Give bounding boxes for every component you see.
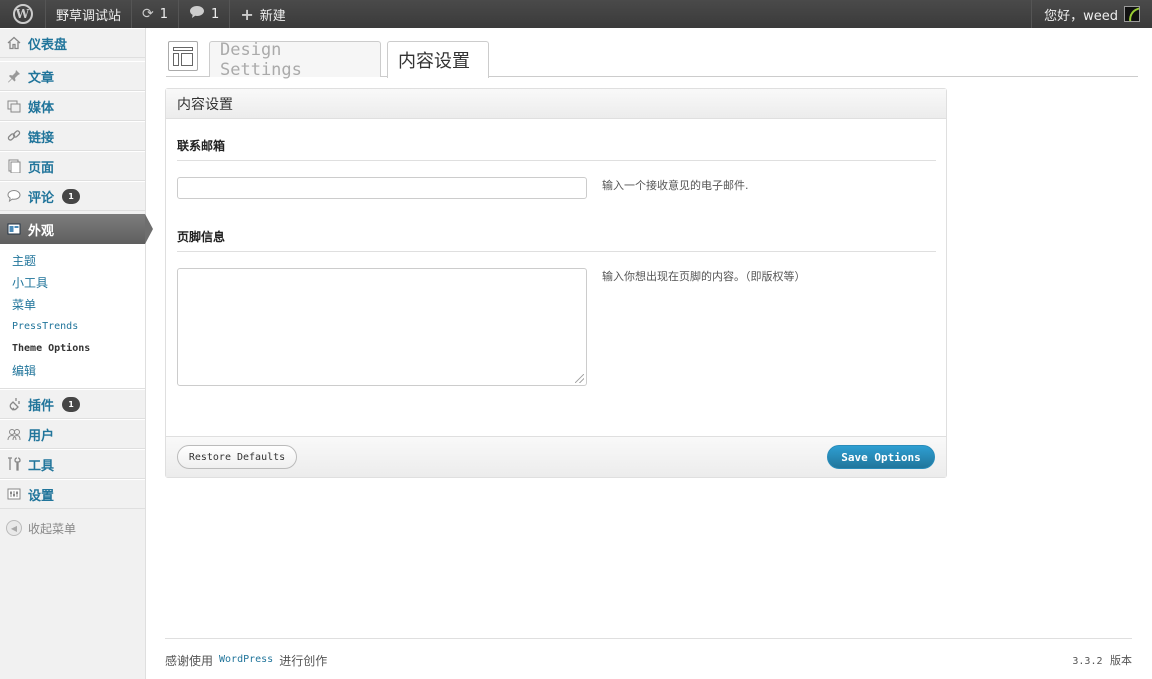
sidebar-item-appearance[interactable]: 外观 bbox=[0, 214, 153, 244]
email-section-title: 联系邮箱 bbox=[177, 139, 226, 153]
tab-content-settings[interactable]: 内容设置 bbox=[387, 41, 489, 78]
sidebar-item-label: 媒体 bbox=[28, 100, 55, 116]
appearance-icon bbox=[6, 221, 22, 237]
section-divider bbox=[177, 160, 936, 161]
sidebar-item-label: 插件 bbox=[28, 398, 55, 414]
comments-count: 1 bbox=[211, 6, 220, 22]
sidebar-item-links[interactable]: 链接 bbox=[0, 121, 145, 151]
page-footer: 感谢使用 WordPress 进行创作 3.3.2 版本 bbox=[165, 638, 1132, 669]
plugin-icon bbox=[6, 396, 22, 412]
plus-icon: + bbox=[240, 4, 254, 24]
resize-grip-icon[interactable] bbox=[575, 374, 584, 383]
restore-defaults-button[interactable]: Restore Defaults bbox=[177, 445, 297, 469]
collapse-menu-label: 收起菜单 bbox=[28, 521, 77, 536]
updates-link[interactable]: ⟳ 1 bbox=[132, 0, 180, 28]
home-icon bbox=[6, 35, 22, 51]
comment-icon bbox=[6, 188, 22, 204]
admin-sidebar: 仪表盘 文章 媒体 链接 页面 评论 1 外观 主题 小工具 菜单 PressT… bbox=[0, 28, 153, 679]
admin-bar: W 野草调试站 ⟳ 1 1 + 新建 您好，weed bbox=[0, 0, 1152, 28]
comment-bubble-icon bbox=[189, 5, 205, 23]
my-account-menu[interactable]: 您好，weed bbox=[1031, 0, 1152, 28]
sidebar-item-plugins[interactable]: 插件 1 bbox=[0, 389, 145, 419]
new-content-link[interactable]: + 新建 bbox=[230, 0, 295, 28]
version-number: 3.3.2 bbox=[1072, 656, 1103, 667]
sidebar-item-users[interactable]: 用户 bbox=[0, 419, 145, 449]
sidebar-item-label: 用户 bbox=[28, 428, 55, 444]
refresh-icon: ⟳ bbox=[142, 6, 154, 22]
submenu-item-presstrends[interactable]: PressTrends bbox=[0, 316, 145, 338]
footer-info-textarea[interactable] bbox=[177, 268, 587, 386]
tab-label: 内容设置 bbox=[398, 51, 470, 72]
sidebar-item-media[interactable]: 媒体 bbox=[0, 91, 145, 121]
sidebar-item-dashboard[interactable]: 仪表盘 bbox=[0, 28, 145, 58]
save-options-button[interactable]: Save Options bbox=[827, 445, 935, 469]
options-panel: 内容设置 联系邮箱 输入一个接收意见的电子邮件. 页脚信息 输入你想出现在页脚的… bbox=[165, 88, 947, 478]
tab-label: Design Settings bbox=[220, 39, 302, 80]
users-icon bbox=[6, 426, 22, 442]
version-label: 版本 bbox=[1110, 654, 1132, 667]
sidebar-item-posts[interactable]: 文章 bbox=[0, 61, 145, 91]
updates-count: 1 bbox=[159, 6, 169, 22]
submenu-item-theme-options[interactable]: Theme Options bbox=[0, 338, 145, 360]
footer-section-title: 页脚信息 bbox=[177, 230, 226, 244]
footer-thanks-suffix: 进行创作 bbox=[279, 654, 328, 668]
footer-description: 输入你想出现在页脚的内容。（即版权等） bbox=[602, 270, 806, 283]
tab-design-settings[interactable]: Design Settings bbox=[209, 39, 381, 80]
sidebar-item-label: 评论 bbox=[28, 190, 55, 206]
submenu-item-widgets[interactable]: 小工具 bbox=[0, 272, 145, 294]
sidebar-item-label: 外观 bbox=[28, 223, 55, 239]
comments-badge: 1 bbox=[62, 188, 81, 204]
sidebar-item-label: 仪表盘 bbox=[28, 37, 68, 53]
main-content: Design Settings 内容设置 内容设置 联系邮箱 输入一个接收意见的… bbox=[146, 28, 1152, 679]
pin-icon bbox=[6, 68, 22, 84]
new-content-label: 新建 bbox=[259, 8, 286, 24]
tab-bar: Design Settings 内容设置 bbox=[166, 39, 1138, 80]
sidebar-item-label: 文章 bbox=[28, 70, 55, 86]
collapse-arrow-icon: ◀ bbox=[6, 520, 22, 536]
avatar bbox=[1124, 6, 1140, 22]
sidebar-item-comments[interactable]: 评论 1 bbox=[0, 181, 145, 211]
theme-layout-icon bbox=[168, 41, 198, 71]
sidebar-item-tools[interactable]: 工具 bbox=[0, 449, 145, 479]
sidebar-item-pages[interactable]: 页面 bbox=[0, 151, 145, 181]
plugins-badge: 1 bbox=[62, 396, 81, 412]
footer-thanks-prefix: 感谢使用 bbox=[165, 654, 214, 668]
site-name-link[interactable]: 野草调试站 bbox=[46, 0, 133, 28]
panel-footer: Restore Defaults Save Options bbox=[166, 436, 946, 477]
sidebar-item-label: 设置 bbox=[28, 488, 55, 504]
sidebar-item-settings[interactable]: 设置 bbox=[0, 479, 145, 509]
sidebar-item-label: 页面 bbox=[28, 160, 55, 176]
submenu-item-themes[interactable]: 主题 bbox=[0, 250, 145, 272]
wordpress-link[interactable]: WordPress bbox=[219, 654, 273, 669]
panel-title: 内容设置 bbox=[177, 96, 233, 113]
tools-icon bbox=[6, 456, 22, 472]
section-divider bbox=[177, 251, 936, 252]
greeting-label: 您好，weed bbox=[1044, 8, 1118, 24]
email-description: 输入一个接收意见的电子邮件. bbox=[602, 179, 749, 192]
link-icon bbox=[6, 128, 22, 144]
settings-icon bbox=[6, 486, 22, 502]
page-icon bbox=[6, 158, 22, 174]
site-name-label: 野草调试站 bbox=[56, 8, 122, 24]
wordpress-logo-menu[interactable]: W bbox=[0, 0, 46, 28]
sidebar-item-label: 工具 bbox=[28, 458, 55, 474]
email-field[interactable] bbox=[177, 177, 587, 199]
media-icon bbox=[6, 98, 22, 114]
panel-header: 内容设置 bbox=[166, 89, 946, 119]
submenu-item-menus[interactable]: 菜单 bbox=[0, 294, 145, 316]
collapse-menu-button[interactable]: ◀ 收起菜单 bbox=[0, 513, 145, 543]
submenu-item-editor[interactable]: 编辑 bbox=[0, 360, 145, 382]
appearance-submenu: 主题 小工具 菜单 PressTrends Theme Options 编辑 bbox=[0, 244, 145, 389]
wordpress-logo-icon: W bbox=[12, 4, 33, 24]
comments-link[interactable]: 1 bbox=[179, 0, 231, 28]
sidebar-item-label: 链接 bbox=[28, 130, 55, 146]
version-info: 3.3.2 版本 bbox=[1072, 652, 1132, 669]
